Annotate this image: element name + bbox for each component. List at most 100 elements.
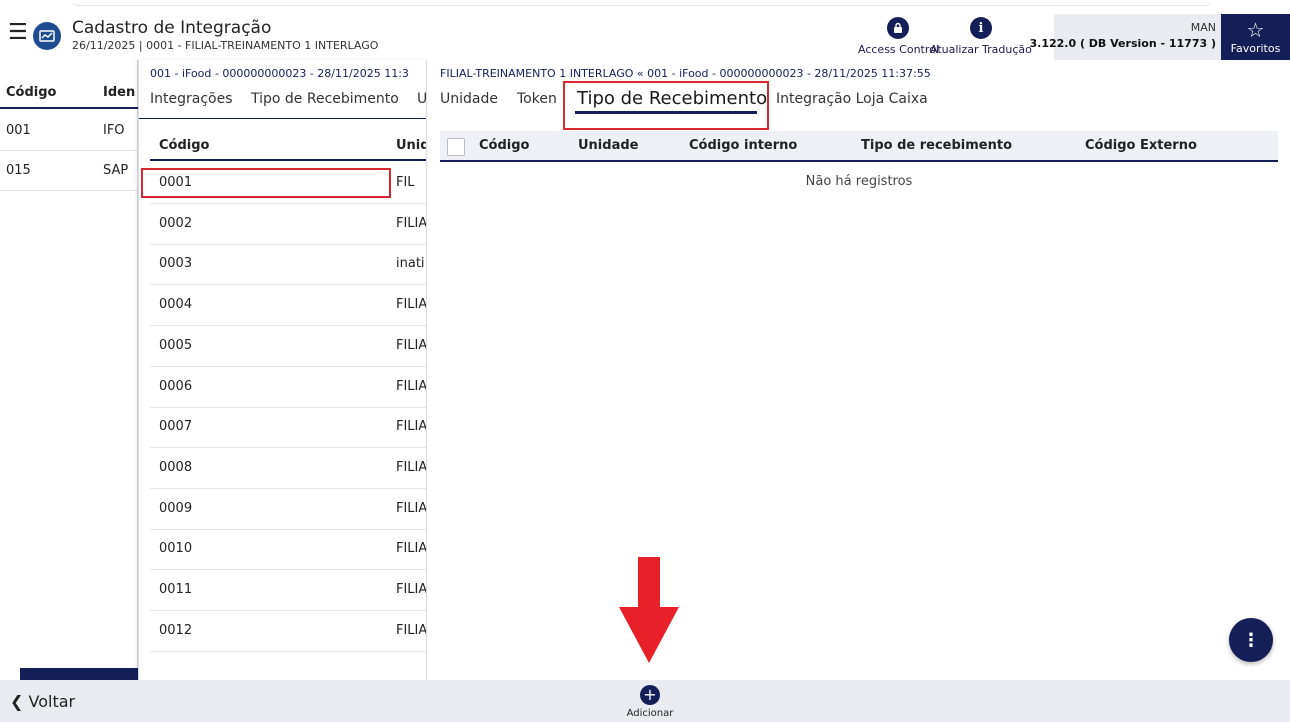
back-button[interactable]: ❮ Voltar (10, 692, 75, 711)
tab-unidade[interactable]: U (417, 91, 426, 107)
tab-token[interactable]: Token (517, 91, 557, 107)
atualizar-traducao-button[interactable]: i Atualizar Tradução (930, 17, 1032, 56)
table-row[interactable]: 0005 FILIA (150, 326, 426, 367)
plus-icon: + (640, 685, 660, 705)
cell-codigo: 0011 (159, 582, 193, 597)
cell-codigo: 0009 (159, 500, 193, 516)
column-header-unidade: Unid (396, 138, 426, 153)
favoritos-label: Favoritos (1230, 41, 1281, 55)
cell-codigo: 001 (6, 123, 31, 138)
select-all-checkbox[interactable] (447, 138, 465, 156)
tab-unidade[interactable]: Unidade (440, 91, 498, 107)
access-control-button[interactable]: Access Control (858, 17, 939, 56)
cell-unidade: FILIA (396, 500, 426, 516)
add-button[interactable]: + Adicionar (620, 685, 680, 719)
cell-unidade: FILIA (396, 582, 426, 597)
table-header: Código Unidade Código interno Tipo de re… (440, 131, 1278, 162)
chevron-left-icon: ❮ (10, 692, 24, 711)
column-header-codigo: Código (479, 138, 530, 153)
page-title: Cadastro de Integração (72, 18, 272, 38)
lock-icon (887, 17, 910, 39)
cell-unidade: FILIA (396, 297, 426, 313)
tab-integracao-loja-caixa[interactable]: Integração Loja Caixa (776, 91, 928, 107)
add-label: Adicionar (626, 708, 674, 719)
table-row[interactable]: 0011 FILIA (150, 570, 426, 611)
table-header: Código Iden (0, 79, 138, 109)
table-row[interactable]: 0010 FILIA (150, 529, 426, 571)
cell-unidade: FILIA (396, 622, 426, 638)
cell-codigo: 0012 (159, 622, 193, 638)
kebab-menu-icon: ⋮ (1242, 629, 1260, 651)
column-header-tipo-recebimento: Tipo de recebimento (861, 138, 1013, 153)
access-control-label: Access Control (858, 43, 939, 56)
table-row[interactable]: 0008 FILIA (150, 448, 426, 489)
column-header-codigo-externo: Código Externo (1085, 138, 1197, 153)
breadcrumb: FILIAL-TREINAMENTO 1 INTERLAGO « 001 - i… (440, 67, 931, 80)
integration-list-panel: Código Iden 001 IFO 015 SAP (0, 60, 138, 680)
unidades-panel: 001 - iFood - 000000000023 - 28/11/2025 … (138, 60, 426, 680)
table-row[interactable]: 015 SAP (0, 151, 138, 191)
table-row[interactable]: 0009 FILIA (150, 489, 426, 530)
cell-unidade: FILIA (396, 215, 426, 231)
table-row[interactable]: 0006 FILIA (150, 367, 426, 408)
table-row[interactable]: 0007 FILIA (150, 407, 426, 449)
cell-unidade: FILIA (396, 419, 426, 435)
bottom-bar: ❮ Voltar + Adicionar (0, 680, 1290, 722)
table-row[interactable]: 0012 FILIA (150, 611, 426, 652)
cell-unidade: FIL (396, 175, 415, 190)
cell-codigo: 0006 (159, 378, 193, 394)
top-scroll-track (72, 0, 1212, 6)
cell-unidade: inati (396, 256, 425, 272)
integration-icon (33, 22, 61, 50)
star-icon: ☆ (1246, 17, 1265, 42)
tab-integracoes[interactable]: Integrações (150, 91, 233, 107)
table-header: Código Unid (150, 133, 426, 161)
table-row[interactable]: 0004 FILIA (150, 285, 426, 327)
column-header-unidade: Unidade (578, 138, 639, 153)
empty-state-text: Não há registros (805, 174, 913, 189)
cell-codigo: 0008 (159, 459, 193, 475)
column-header-codigo-interno: Código interno (689, 138, 798, 153)
table-row[interactable]: 0003 inati (150, 244, 426, 286)
column-header-codigo: Código (159, 138, 210, 153)
active-tab-indicator (575, 111, 757, 114)
cell-codigo: 015 (6, 163, 31, 178)
atualizar-traducao-label: Atualizar Tradução (930, 43, 1032, 56)
arrow-down-icon (619, 557, 679, 663)
tab-divider (139, 118, 426, 119)
top-bar: ☰ Cadastro de Integração 26/11/2025 | 00… (0, 0, 1290, 60)
cell-unidade: FILIA (396, 459, 426, 475)
cell-ident: SAP (103, 163, 129, 178)
cell-unidade: FILIA (396, 337, 426, 353)
page-subtitle: 26/11/2025 | 0001 - FILIAL-TREINAMENTO 1… (72, 39, 379, 52)
hamburger-icon[interactable]: ☰ (8, 22, 28, 44)
back-label: Voltar (28, 692, 76, 711)
column-header-codigo: Código (6, 85, 57, 100)
more-options-button[interactable]: ⋮ (1229, 618, 1273, 662)
breadcrumb: 001 - iFood - 000000000023 - 28/11/2025 … (150, 67, 409, 80)
cell-codigo: 0005 (159, 337, 193, 353)
cell-codigo: 0003 (159, 256, 193, 272)
cell-unidade: FILIA (396, 541, 426, 557)
panel-footer-bar (20, 668, 138, 680)
tipo-recebimento-panel: FILIAL-TREINAMENTO 1 INTERLAGO « 001 - i… (426, 60, 1290, 680)
table-row[interactable]: 0001 FIL (150, 163, 426, 204)
version-text: 3.122.0 ( DB Version - 11773 ) (1029, 37, 1216, 50)
version-box: MAN 3.122.0 ( DB Version - 11773 ) (1029, 14, 1221, 60)
tab-bar: Unidade Token Tipo de Recebimento Integr… (440, 88, 980, 119)
tab-bar: Integrações Tipo de Recebimento U (150, 91, 426, 121)
cell-codigo: 0002 (159, 215, 193, 231)
cell-codigo: 0007 (159, 419, 193, 435)
cell-codigo: 0004 (159, 297, 193, 313)
table-row[interactable]: 0002 FILIA (150, 204, 426, 245)
cell-codigo: 0001 (159, 175, 193, 190)
tab-tipo-recebimento[interactable]: Tipo de Recebimento (577, 88, 767, 109)
tab-tipo-recebimento[interactable]: Tipo de Recebimento (251, 91, 399, 107)
info-icon: i (969, 17, 992, 39)
user-code: MAN (1190, 21, 1216, 34)
table-row[interactable]: 001 IFO (0, 111, 138, 151)
cell-ident: IFO (103, 123, 125, 138)
favoritos-button[interactable]: ☆ Favoritos (1221, 14, 1290, 60)
cell-codigo: 0010 (159, 541, 193, 557)
cell-unidade: FILIA (396, 378, 426, 394)
